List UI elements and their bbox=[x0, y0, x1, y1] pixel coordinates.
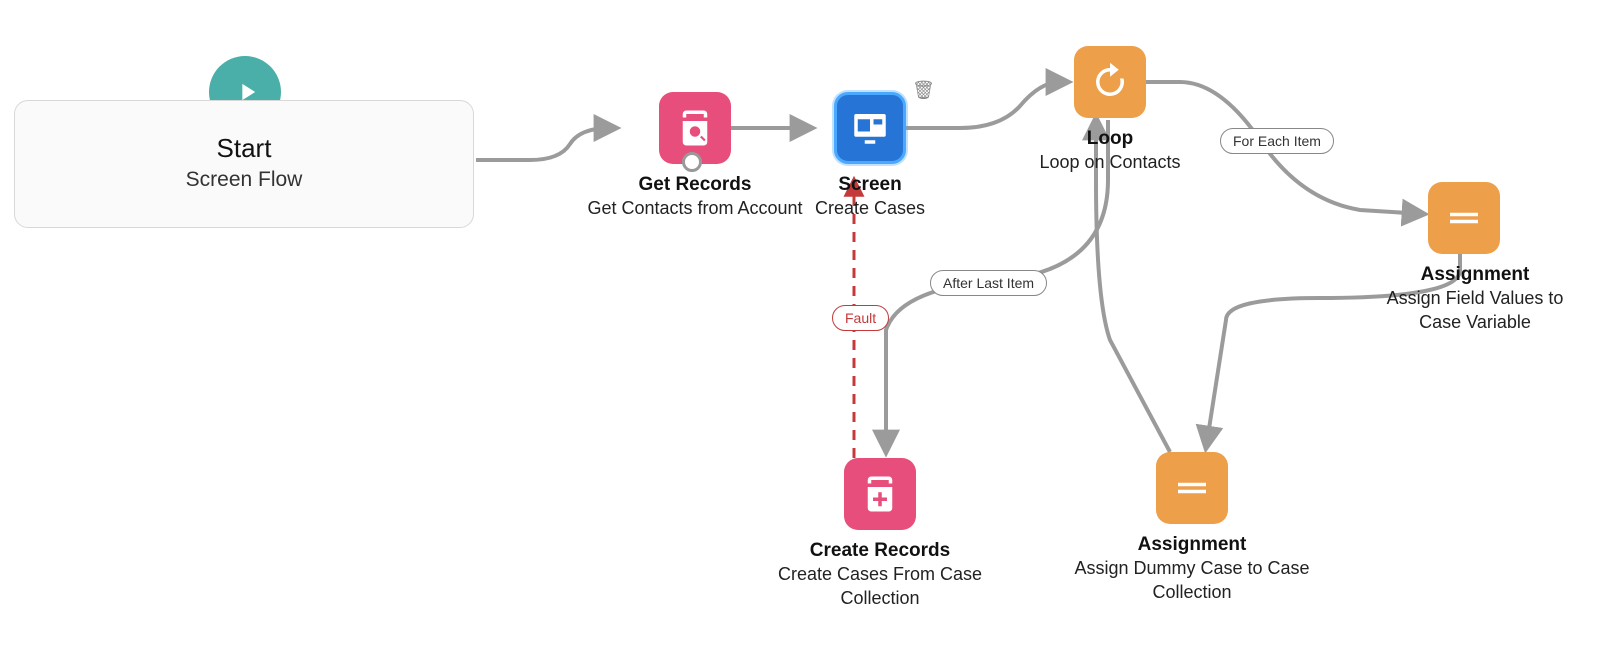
create-records-node[interactable]: Create Records Create Cases From Case Co… bbox=[770, 458, 990, 611]
assignment-field-values-node[interactable]: Assignment Assign Field Values to Case V… bbox=[1370, 182, 1580, 335]
assignment2-title: Assignment bbox=[1072, 534, 1312, 556]
trash-icon[interactable]: 🗑 bbox=[912, 80, 935, 101]
create-records-title: Create Records bbox=[770, 540, 990, 562]
screen-node[interactable]: Screen Create Cases bbox=[780, 92, 960, 220]
assignment1-subtitle: Assign Field Values to Case Variable bbox=[1370, 286, 1580, 335]
create-records-icon bbox=[844, 458, 916, 530]
create-records-subtitle: Create Cases From Case Collection bbox=[770, 562, 990, 611]
for-each-label: For Each Item bbox=[1220, 128, 1334, 154]
screen-title: Screen bbox=[780, 174, 960, 196]
loop-node[interactable]: Loop Loop on Contacts bbox=[1010, 46, 1210, 174]
screen-icon bbox=[834, 92, 906, 164]
loop-icon bbox=[1074, 46, 1146, 118]
assignment-icon bbox=[1428, 182, 1500, 254]
loop-subtitle: Loop on Contacts bbox=[1010, 150, 1210, 174]
start-subtitle: Screen Flow bbox=[15, 168, 473, 192]
loop-title: Loop bbox=[1010, 128, 1210, 150]
start-title: Start bbox=[15, 133, 473, 164]
after-last-label: After Last Item bbox=[930, 270, 1047, 296]
assignment2-subtitle: Assign Dummy Case to Case Collection bbox=[1072, 556, 1312, 605]
start-node[interactable]: Start Screen Flow bbox=[14, 100, 474, 228]
assignment1-title: Assignment bbox=[1370, 264, 1580, 286]
assignment-icon bbox=[1156, 452, 1228, 524]
connector-dot-icon bbox=[682, 152, 702, 172]
assignment-dummy-case-node[interactable]: Assignment Assign Dummy Case to Case Col… bbox=[1072, 452, 1312, 605]
fault-label: Fault bbox=[832, 305, 889, 331]
screen-subtitle: Create Cases bbox=[780, 196, 960, 220]
